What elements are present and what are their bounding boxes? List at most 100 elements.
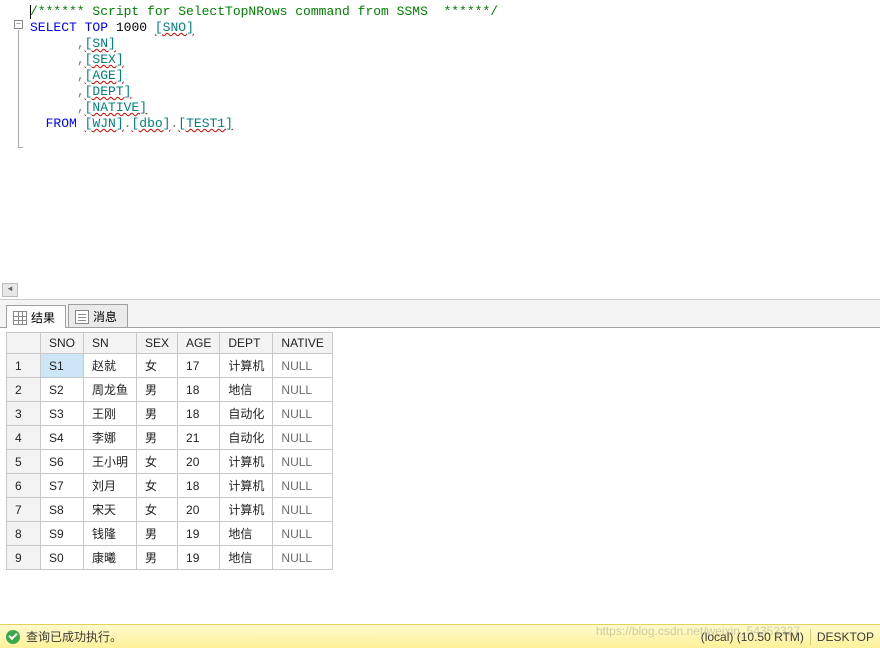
cell-dept[interactable]: 计算机: [220, 498, 273, 522]
cell-age[interactable]: 20: [178, 498, 220, 522]
cell-sex[interactable]: 男: [137, 402, 178, 426]
cell-sn[interactable]: 宋天: [84, 498, 137, 522]
cell-age[interactable]: 18: [178, 378, 220, 402]
cell-age[interactable]: 17: [178, 354, 220, 378]
cell-sex[interactable]: 男: [137, 546, 178, 570]
cell-sn[interactable]: 赵就: [84, 354, 137, 378]
cell-sex[interactable]: 男: [137, 522, 178, 546]
cell-dept[interactable]: 计算机: [220, 450, 273, 474]
table-header-row: SNO SN SEX AGE DEPT NATIVE: [7, 333, 333, 354]
cell-sex[interactable]: 女: [137, 498, 178, 522]
from-schema: [dbo]: [131, 116, 170, 131]
cell-dept[interactable]: 计算机: [220, 474, 273, 498]
messages-page-icon: [75, 310, 89, 324]
cell-sno[interactable]: S6: [41, 450, 84, 474]
table-row[interactable]: 1S1赵就女17计算机NULL: [7, 354, 333, 378]
cell-sno[interactable]: S1: [41, 354, 84, 378]
table-row[interactable]: 4S4李娜男21自动化NULL: [7, 426, 333, 450]
status-login: DESKTOP: [817, 630, 874, 644]
cell-sno[interactable]: S4: [41, 426, 84, 450]
status-separator: [810, 629, 811, 645]
cell-sno[interactable]: S8: [41, 498, 84, 522]
cell-sex[interactable]: 女: [137, 354, 178, 378]
scroll-left-icon[interactable]: ◄: [2, 283, 18, 297]
header-sn[interactable]: SN: [84, 333, 137, 354]
cell-sno[interactable]: S7: [41, 474, 84, 498]
table-row[interactable]: 3S3王刚男18自动化NULL: [7, 402, 333, 426]
cell-age[interactable]: 21: [178, 426, 220, 450]
from-table: [TEST1]: [178, 116, 233, 131]
header-age[interactable]: AGE: [178, 333, 220, 354]
cell-native[interactable]: NULL: [273, 522, 332, 546]
cell-age[interactable]: 19: [178, 546, 220, 570]
table-row[interactable]: 9S0康曦男19地信NULL: [7, 546, 333, 570]
table-row[interactable]: 2S2周龙鱼男18地信NULL: [7, 378, 333, 402]
cell-rownum[interactable]: 4: [7, 426, 41, 450]
cell-sn[interactable]: 王小明: [84, 450, 137, 474]
cell-rownum[interactable]: 5: [7, 450, 41, 474]
cell-dept[interactable]: 地信: [220, 522, 273, 546]
cell-age[interactable]: 19: [178, 522, 220, 546]
header-rownum[interactable]: [7, 333, 41, 354]
cell-dept[interactable]: 地信: [220, 546, 273, 570]
cell-native[interactable]: NULL: [273, 474, 332, 498]
cell-native[interactable]: NULL: [273, 378, 332, 402]
cell-rownum[interactable]: 6: [7, 474, 41, 498]
cell-sn[interactable]: 康曦: [84, 546, 137, 570]
cell-native[interactable]: NULL: [273, 450, 332, 474]
cell-native[interactable]: NULL: [273, 426, 332, 450]
header-sno[interactable]: SNO: [41, 333, 84, 354]
cell-rownum[interactable]: 8: [7, 522, 41, 546]
cell-age[interactable]: 20: [178, 450, 220, 474]
header-dept[interactable]: DEPT: [220, 333, 273, 354]
cell-dept[interactable]: 自动化: [220, 402, 273, 426]
cell-sno[interactable]: S3: [41, 402, 84, 426]
cell-native[interactable]: NULL: [273, 354, 332, 378]
cell-dept[interactable]: 地信: [220, 378, 273, 402]
tab-messages[interactable]: 消息: [68, 304, 128, 327]
table-row[interactable]: 6S7刘月女18计算机NULL: [7, 474, 333, 498]
results-panel[interactable]: SNO SN SEX AGE DEPT NATIVE 1S1赵就女17计算机NU…: [0, 328, 880, 592]
cell-dept[interactable]: 计算机: [220, 354, 273, 378]
cell-sn[interactable]: 王刚: [84, 402, 137, 426]
sql-code[interactable]: /****** Script for SelectTopNRows comman…: [0, 4, 880, 132]
cell-native[interactable]: NULL: [273, 498, 332, 522]
cell-native[interactable]: NULL: [273, 402, 332, 426]
tab-results[interactable]: 结果: [6, 305, 66, 328]
editor-gutter: −: [0, 0, 26, 299]
cell-native[interactable]: NULL: [273, 546, 332, 570]
cell-rownum[interactable]: 9: [7, 546, 41, 570]
cell-sn[interactable]: 周龙鱼: [84, 378, 137, 402]
cell-age[interactable]: 18: [178, 402, 220, 426]
cell-sno[interactable]: S2: [41, 378, 84, 402]
fold-guide-line: [18, 30, 19, 148]
result-tabs: 结果 消息: [0, 300, 880, 328]
status-message: 查询已成功执行。: [26, 628, 122, 645]
results-table[interactable]: SNO SN SEX AGE DEPT NATIVE 1S1赵就女17计算机NU…: [6, 332, 333, 570]
cell-rownum[interactable]: 7: [7, 498, 41, 522]
col-dept: [DEPT]: [85, 84, 132, 99]
table-row[interactable]: 5S6王小明女20计算机NULL: [7, 450, 333, 474]
cell-sex[interactable]: 女: [137, 474, 178, 498]
fold-toggle-icon[interactable]: −: [14, 20, 23, 29]
cell-rownum[interactable]: 2: [7, 378, 41, 402]
cell-rownum[interactable]: 3: [7, 402, 41, 426]
table-row[interactable]: 8S9钱隆男19地信NULL: [7, 522, 333, 546]
cell-sex[interactable]: 女: [137, 450, 178, 474]
from-db: [WJN]: [85, 116, 124, 131]
cell-age[interactable]: 18: [178, 474, 220, 498]
header-sex[interactable]: SEX: [137, 333, 178, 354]
tab-messages-label: 消息: [93, 308, 117, 325]
cell-rownum[interactable]: 1: [7, 354, 41, 378]
cell-sno[interactable]: S0: [41, 546, 84, 570]
cell-sno[interactable]: S9: [41, 522, 84, 546]
cell-sn[interactable]: 李娜: [84, 426, 137, 450]
cell-sex[interactable]: 男: [137, 378, 178, 402]
table-row[interactable]: 7S8宋天女20计算机NULL: [7, 498, 333, 522]
cell-sn[interactable]: 钱隆: [84, 522, 137, 546]
cell-dept[interactable]: 自动化: [220, 426, 273, 450]
sql-editor[interactable]: − /****** Script for SelectTopNRows comm…: [0, 0, 880, 300]
cell-sex[interactable]: 男: [137, 426, 178, 450]
cell-sn[interactable]: 刘月: [84, 474, 137, 498]
header-native[interactable]: NATIVE: [273, 333, 332, 354]
